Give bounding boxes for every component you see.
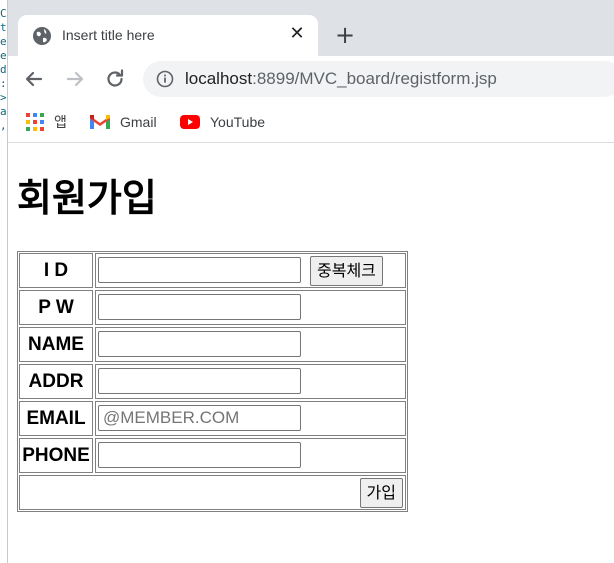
back-arrow-icon[interactable] [22, 67, 46, 91]
address-input[interactable] [98, 368, 301, 394]
page-title: 회원가입 [17, 176, 157, 220]
apps-grid-icon [26, 113, 44, 131]
address-bar[interactable]: localhost:8899/MVC_board/registform.jsp [143, 61, 614, 97]
new-tab-button[interactable]: + [332, 22, 358, 48]
screen: C t e e d : > a , Insert title here ✕ + … [0, 0, 614, 563]
field-label: I D [19, 253, 93, 288]
bookmark-apps[interactable]: 앱 [26, 111, 67, 133]
field-cell [95, 401, 406, 436]
name-input[interactable] [98, 331, 301, 357]
url-text: localhost:8899/MVC_board/registform.jsp [185, 69, 497, 89]
form-row-phone: PHONE [19, 438, 406, 473]
forward-arrow-icon[interactable] [63, 67, 87, 91]
field-cell [95, 364, 406, 399]
duplicate-check-button[interactable]: 중복체크 [310, 256, 383, 286]
id-input[interactable] [98, 257, 301, 283]
field-cell [95, 290, 406, 325]
reload-icon[interactable] [103, 67, 127, 91]
registration-form-table: I D 중복체크 P W NAME ADDR EMAIL @MEMBER.COM… [17, 251, 408, 512]
tab-active[interactable]: Insert title here ✕ [18, 15, 318, 56]
form-row-email: EMAIL [19, 401, 406, 436]
form-row-submit: 가입 [19, 475, 406, 510]
form-row-name: NAME [19, 327, 406, 362]
bookmark-label: YouTube [210, 114, 266, 130]
gmail-icon [90, 115, 110, 129]
field-label: NAME [19, 327, 93, 362]
url-path: :8899/MVC_board/registform.jsp [252, 69, 497, 88]
bookmarks-bar: 앱 Gmail YouTube [8, 102, 614, 143]
bookmark-youtube[interactable]: YouTube [180, 111, 265, 133]
field-label: EMAIL [19, 401, 93, 436]
bookmark-label: 앱 [54, 114, 67, 130]
youtube-icon [180, 115, 200, 129]
page-content: 회원가입 I D 중복체크 P W NAME ADDR EMAIL @MEMBE… [8, 143, 614, 563]
bookmark-label: Gmail [120, 114, 157, 130]
form-row-id: I D 중복체크 [19, 253, 406, 288]
field-label: ADDR [19, 364, 93, 399]
field-label: PHONE [19, 438, 93, 473]
browser-window: Insert title here ✕ + localhost:8899/MVC… [8, 0, 614, 563]
close-icon[interactable]: ✕ [286, 23, 308, 45]
field-cell [95, 438, 406, 473]
form-row-pw: P W [19, 290, 406, 325]
email-input[interactable] [98, 405, 301, 431]
background-window-edge: C t e e d : > a , [0, 0, 8, 563]
info-icon[interactable] [156, 70, 174, 88]
globe-icon [32, 26, 52, 46]
form-row-addr: ADDR [19, 364, 406, 399]
phone-input[interactable] [98, 442, 301, 468]
tab-strip: Insert title here ✕ + [8, 0, 614, 56]
field-cell: 중복체크 [95, 253, 406, 288]
toolbar: localhost:8899/MVC_board/registform.jsp [8, 56, 614, 102]
password-input[interactable] [98, 294, 301, 320]
url-host: localhost [185, 69, 253, 88]
submit-cell: 가입 [19, 475, 406, 510]
field-cell [95, 327, 406, 362]
field-label: P W [19, 290, 93, 325]
bookmark-gmail[interactable]: Gmail [90, 111, 157, 133]
join-submit-button[interactable]: 가입 [359, 478, 403, 508]
tab-title: Insert title here [62, 27, 155, 43]
